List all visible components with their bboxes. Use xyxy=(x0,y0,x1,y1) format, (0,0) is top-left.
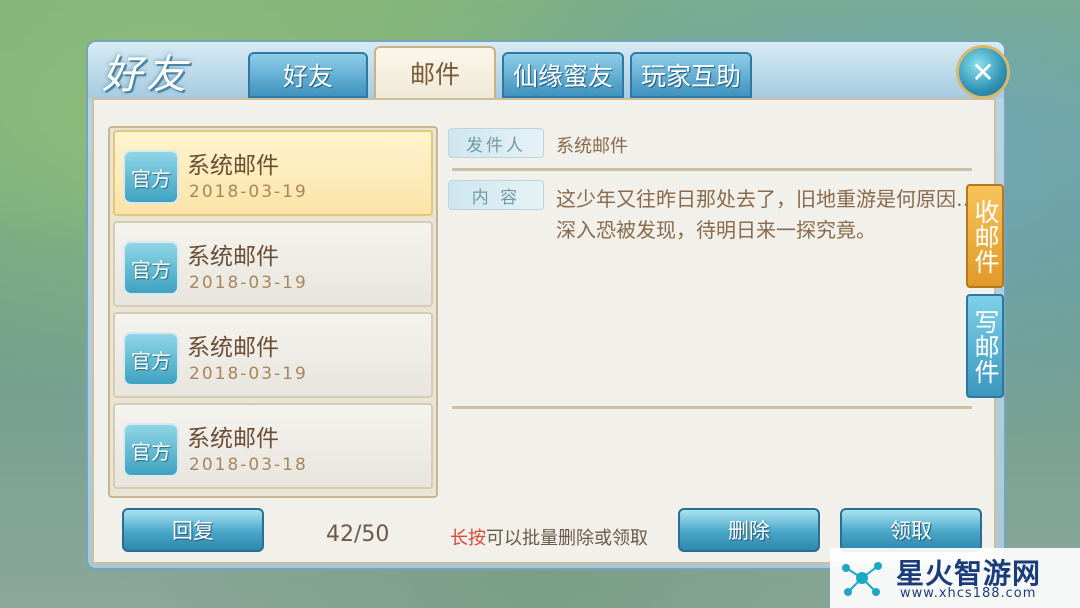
list-item[interactable]: 官方 系统邮件 2018-03-19 xyxy=(113,312,433,398)
sender-value: 系统邮件 xyxy=(556,136,628,157)
mail-date: 2018-03-18 xyxy=(189,455,308,475)
network-logo-icon xyxy=(842,562,882,596)
mail-title: 系统邮件 xyxy=(187,244,279,270)
tab-mail[interactable]: 邮件 xyxy=(374,46,496,98)
mail-body: 这少年又往昨日那处去了，旧地重游是何原因……深入恐被发现，待明日来一探究竟。 xyxy=(556,187,996,242)
hint-emphasis: 长按 xyxy=(450,528,486,549)
list-item[interactable]: 官方 系统邮件 2018-03-18 xyxy=(113,403,433,489)
official-badge: 官方 xyxy=(123,150,179,204)
list-item[interactable]: 官方 系统邮件 2018-03-19 xyxy=(113,221,433,307)
tab-compose[interactable]: 写邮件 xyxy=(966,294,1004,398)
close-icon: ✕ xyxy=(971,55,995,89)
tab-compose-label: 写邮件 xyxy=(971,308,1000,384)
official-badge: 官方 xyxy=(123,241,179,295)
official-badge: 官方 xyxy=(123,332,179,386)
list-item[interactable]: 官方 系统邮件 2018-03-19 xyxy=(113,130,433,216)
claim-button[interactable]: 领取 xyxy=(840,508,982,552)
mail-list: 官方 系统邮件 2018-03-19 官方 系统邮件 2018-03-19 官方… xyxy=(108,126,438,498)
mail-date: 2018-03-19 xyxy=(189,364,308,384)
mail-date: 2018-03-19 xyxy=(189,182,308,202)
watermark-url: www.xhcs188.com xyxy=(900,586,1037,601)
official-badge: 官方 xyxy=(123,423,179,477)
watermark: 星火智游网 www.xhcs188.com xyxy=(830,548,1080,608)
tab-inbox-label: 收邮件 xyxy=(971,198,1000,274)
tab-friends[interactable]: 好友 xyxy=(248,52,368,98)
mail-date: 2018-03-19 xyxy=(189,273,308,293)
friends-panel: 好友 好友 邮件 仙缘蜜友 玩家互助 ✕ 官方 系统邮件 2018-03-19 … xyxy=(86,40,1010,570)
batch-hint: 长按可以批量删除或领取 xyxy=(450,524,648,550)
mail-title: 系统邮件 xyxy=(187,426,279,452)
tab-player-help[interactable]: 玩家互助 xyxy=(630,52,752,98)
divider xyxy=(452,168,972,171)
mail-title: 系统邮件 xyxy=(187,153,279,179)
reply-button[interactable]: 回复 xyxy=(122,508,264,552)
mail-content-area: 官方 系统邮件 2018-03-19 官方 系统邮件 2018-03-19 官方… xyxy=(92,98,1004,564)
close-button[interactable]: ✕ xyxy=(956,45,1010,99)
mail-count: 42/50 xyxy=(326,522,390,547)
mail-title: 系统邮件 xyxy=(187,335,279,361)
delete-button[interactable]: 删除 xyxy=(678,508,820,552)
sender-label: 发件人 xyxy=(448,128,544,158)
content-label: 内 容 xyxy=(448,180,544,210)
divider xyxy=(452,406,972,409)
tab-immortal-friends[interactable]: 仙缘蜜友 xyxy=(502,52,624,98)
tab-inbox[interactable]: 收邮件 xyxy=(966,184,1004,288)
panel-logo: 好友 xyxy=(102,52,190,98)
hint-text: 可以批量删除或领取 xyxy=(486,528,648,549)
